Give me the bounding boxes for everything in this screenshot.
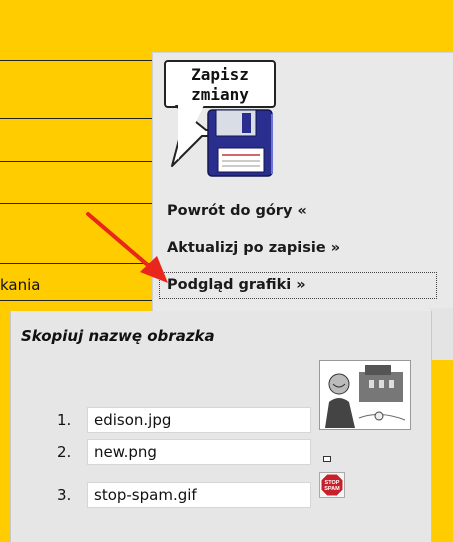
- form-rule: [0, 118, 152, 119]
- floppy-disk-icon: [171, 105, 273, 177]
- new-thumbnail[interactable]: [323, 456, 331, 462]
- stop-sign-text: SPAM: [324, 486, 340, 492]
- menu-panel-edge: [430, 308, 453, 360]
- form-rule: [0, 203, 152, 204]
- form-rule: [0, 263, 152, 264]
- edison-thumbnail[interactable]: [319, 360, 411, 430]
- row-number: 1.: [57, 411, 72, 429]
- save-changes-button[interactable]: Zapisz zmiany: [158, 60, 282, 182]
- row-number: 3.: [57, 486, 72, 504]
- row-number: 2.: [57, 443, 72, 461]
- form-rule: [0, 300, 152, 301]
- stop-spam-thumbnail[interactable]: STOP SPAM: [319, 472, 345, 498]
- menu-link-image-preview[interactable]: Podgląd grafiki »: [159, 272, 437, 299]
- image-name-field[interactable]: edison.jpg: [87, 407, 311, 433]
- form-label-partial: kania: [0, 276, 41, 294]
- menu-link-update-after-save[interactable]: Aktualizj po zapisie »: [167, 240, 340, 256]
- popup-title: Skopiuj nazwę obrazka: [21, 327, 215, 345]
- image-name-popup: Skopiuj nazwę obrazka 1. edison.jpg 2. n…: [10, 311, 432, 542]
- image-name-field[interactable]: stop-spam.gif: [87, 482, 311, 508]
- form-rule: [0, 161, 152, 162]
- form-rule: [0, 60, 152, 61]
- menu-link-back-to-top[interactable]: Powrót do góry «: [167, 203, 307, 219]
- image-name-field[interactable]: new.png: [87, 439, 311, 465]
